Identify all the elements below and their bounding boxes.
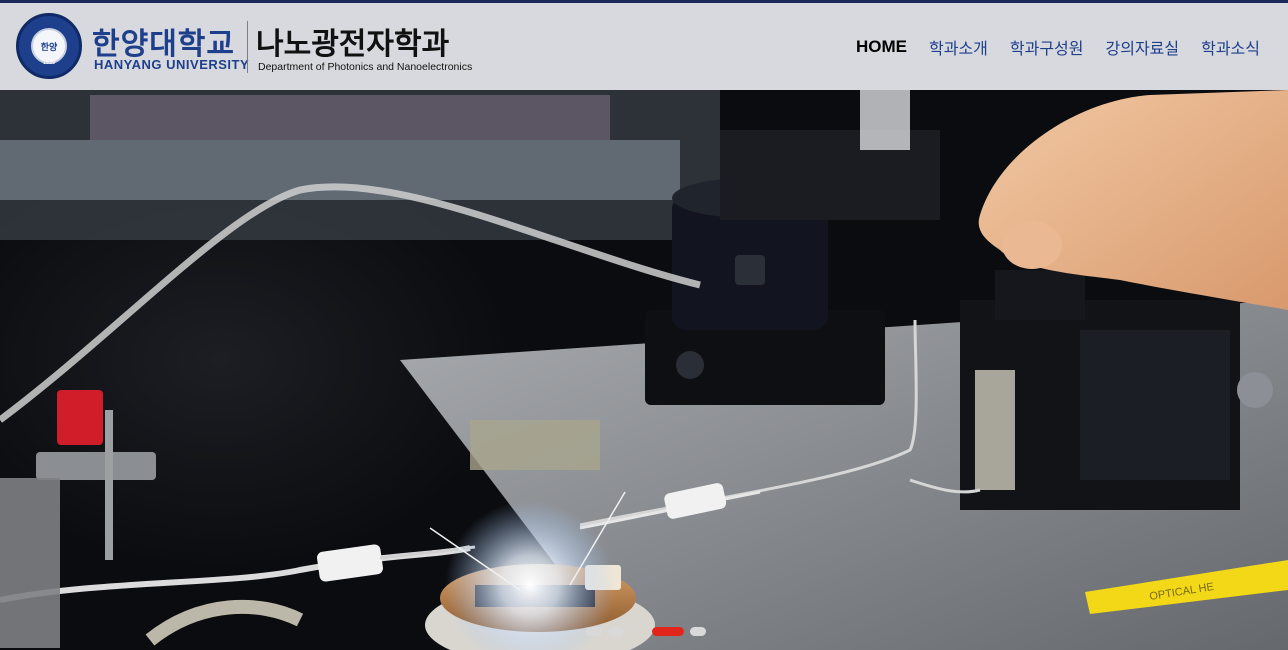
main-navigation: HOME 학과소개 학과구성원 강의자료실 학과소식: [856, 35, 1260, 59]
slider-dot-active[interactable]: [652, 627, 684, 636]
university-name-en: HANYANG UNIVERSITY: [94, 57, 250, 72]
nav-item-members[interactable]: 학과구성원: [1010, 35, 1084, 59]
slider-dot[interactable]: [690, 627, 706, 636]
nav-item-lecture-materials[interactable]: 강의자료실: [1106, 35, 1180, 59]
department-name-ko: 나노광전자학과: [256, 27, 450, 62]
logo-divider: [247, 21, 248, 73]
hero-banner-image: OPTICAL HE: [0, 0, 1288, 650]
emblem-center-text: 한양: [31, 28, 67, 64]
university-emblem-icon: 한양 1939: [16, 13, 82, 79]
slider-indicators: [586, 627, 706, 636]
nav-item-about[interactable]: 학과소개: [929, 35, 988, 59]
site-logo[interactable]: 한양 1939 한양대학교 HANYANG UNIVERSITY 나노광전자학과…: [16, 13, 476, 83]
emblem-year: 1939: [42, 60, 56, 66]
site-header: 한양 1939 한양대학교 HANYANG UNIVERSITY 나노광전자학과…: [0, 0, 1288, 90]
slider-dot[interactable]: [608, 627, 624, 636]
slider-dot[interactable]: [586, 627, 602, 636]
hero-illustration: OPTICAL HE: [0, 90, 1288, 650]
nav-item-news[interactable]: 학과소식: [1201, 35, 1260, 59]
nav-item-home[interactable]: HOME: [856, 37, 907, 57]
department-name-en: Department of Photonics and Nanoelectron…: [258, 61, 473, 73]
